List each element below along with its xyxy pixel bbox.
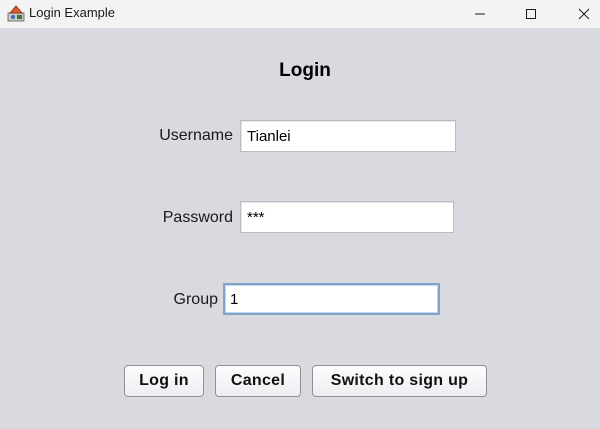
title-bar[interactable]: Login Example xyxy=(0,0,600,28)
window-title: Login Example xyxy=(29,5,115,20)
maximize-icon xyxy=(526,9,536,19)
password-input[interactable] xyxy=(240,201,454,233)
switch-to-signup-button[interactable]: Switch to sign up xyxy=(312,365,487,397)
maximize-button[interactable] xyxy=(508,0,554,28)
page-title: Login xyxy=(279,60,331,81)
username-input[interactable] xyxy=(240,120,456,152)
minimize-icon xyxy=(475,13,485,15)
group-label: Group xyxy=(173,291,218,308)
cancel-button[interactable]: Cancel xyxy=(215,365,301,397)
username-label: Username xyxy=(159,127,233,144)
password-label: Password xyxy=(162,209,233,226)
close-icon xyxy=(578,8,590,20)
minimize-button[interactable] xyxy=(457,0,503,28)
login-window: Login Example Login Username Password Gr… xyxy=(0,0,600,429)
close-button[interactable] xyxy=(561,0,600,28)
login-button[interactable]: Log in xyxy=(124,365,204,397)
java-app-icon xyxy=(7,5,25,22)
group-input[interactable] xyxy=(223,283,440,315)
